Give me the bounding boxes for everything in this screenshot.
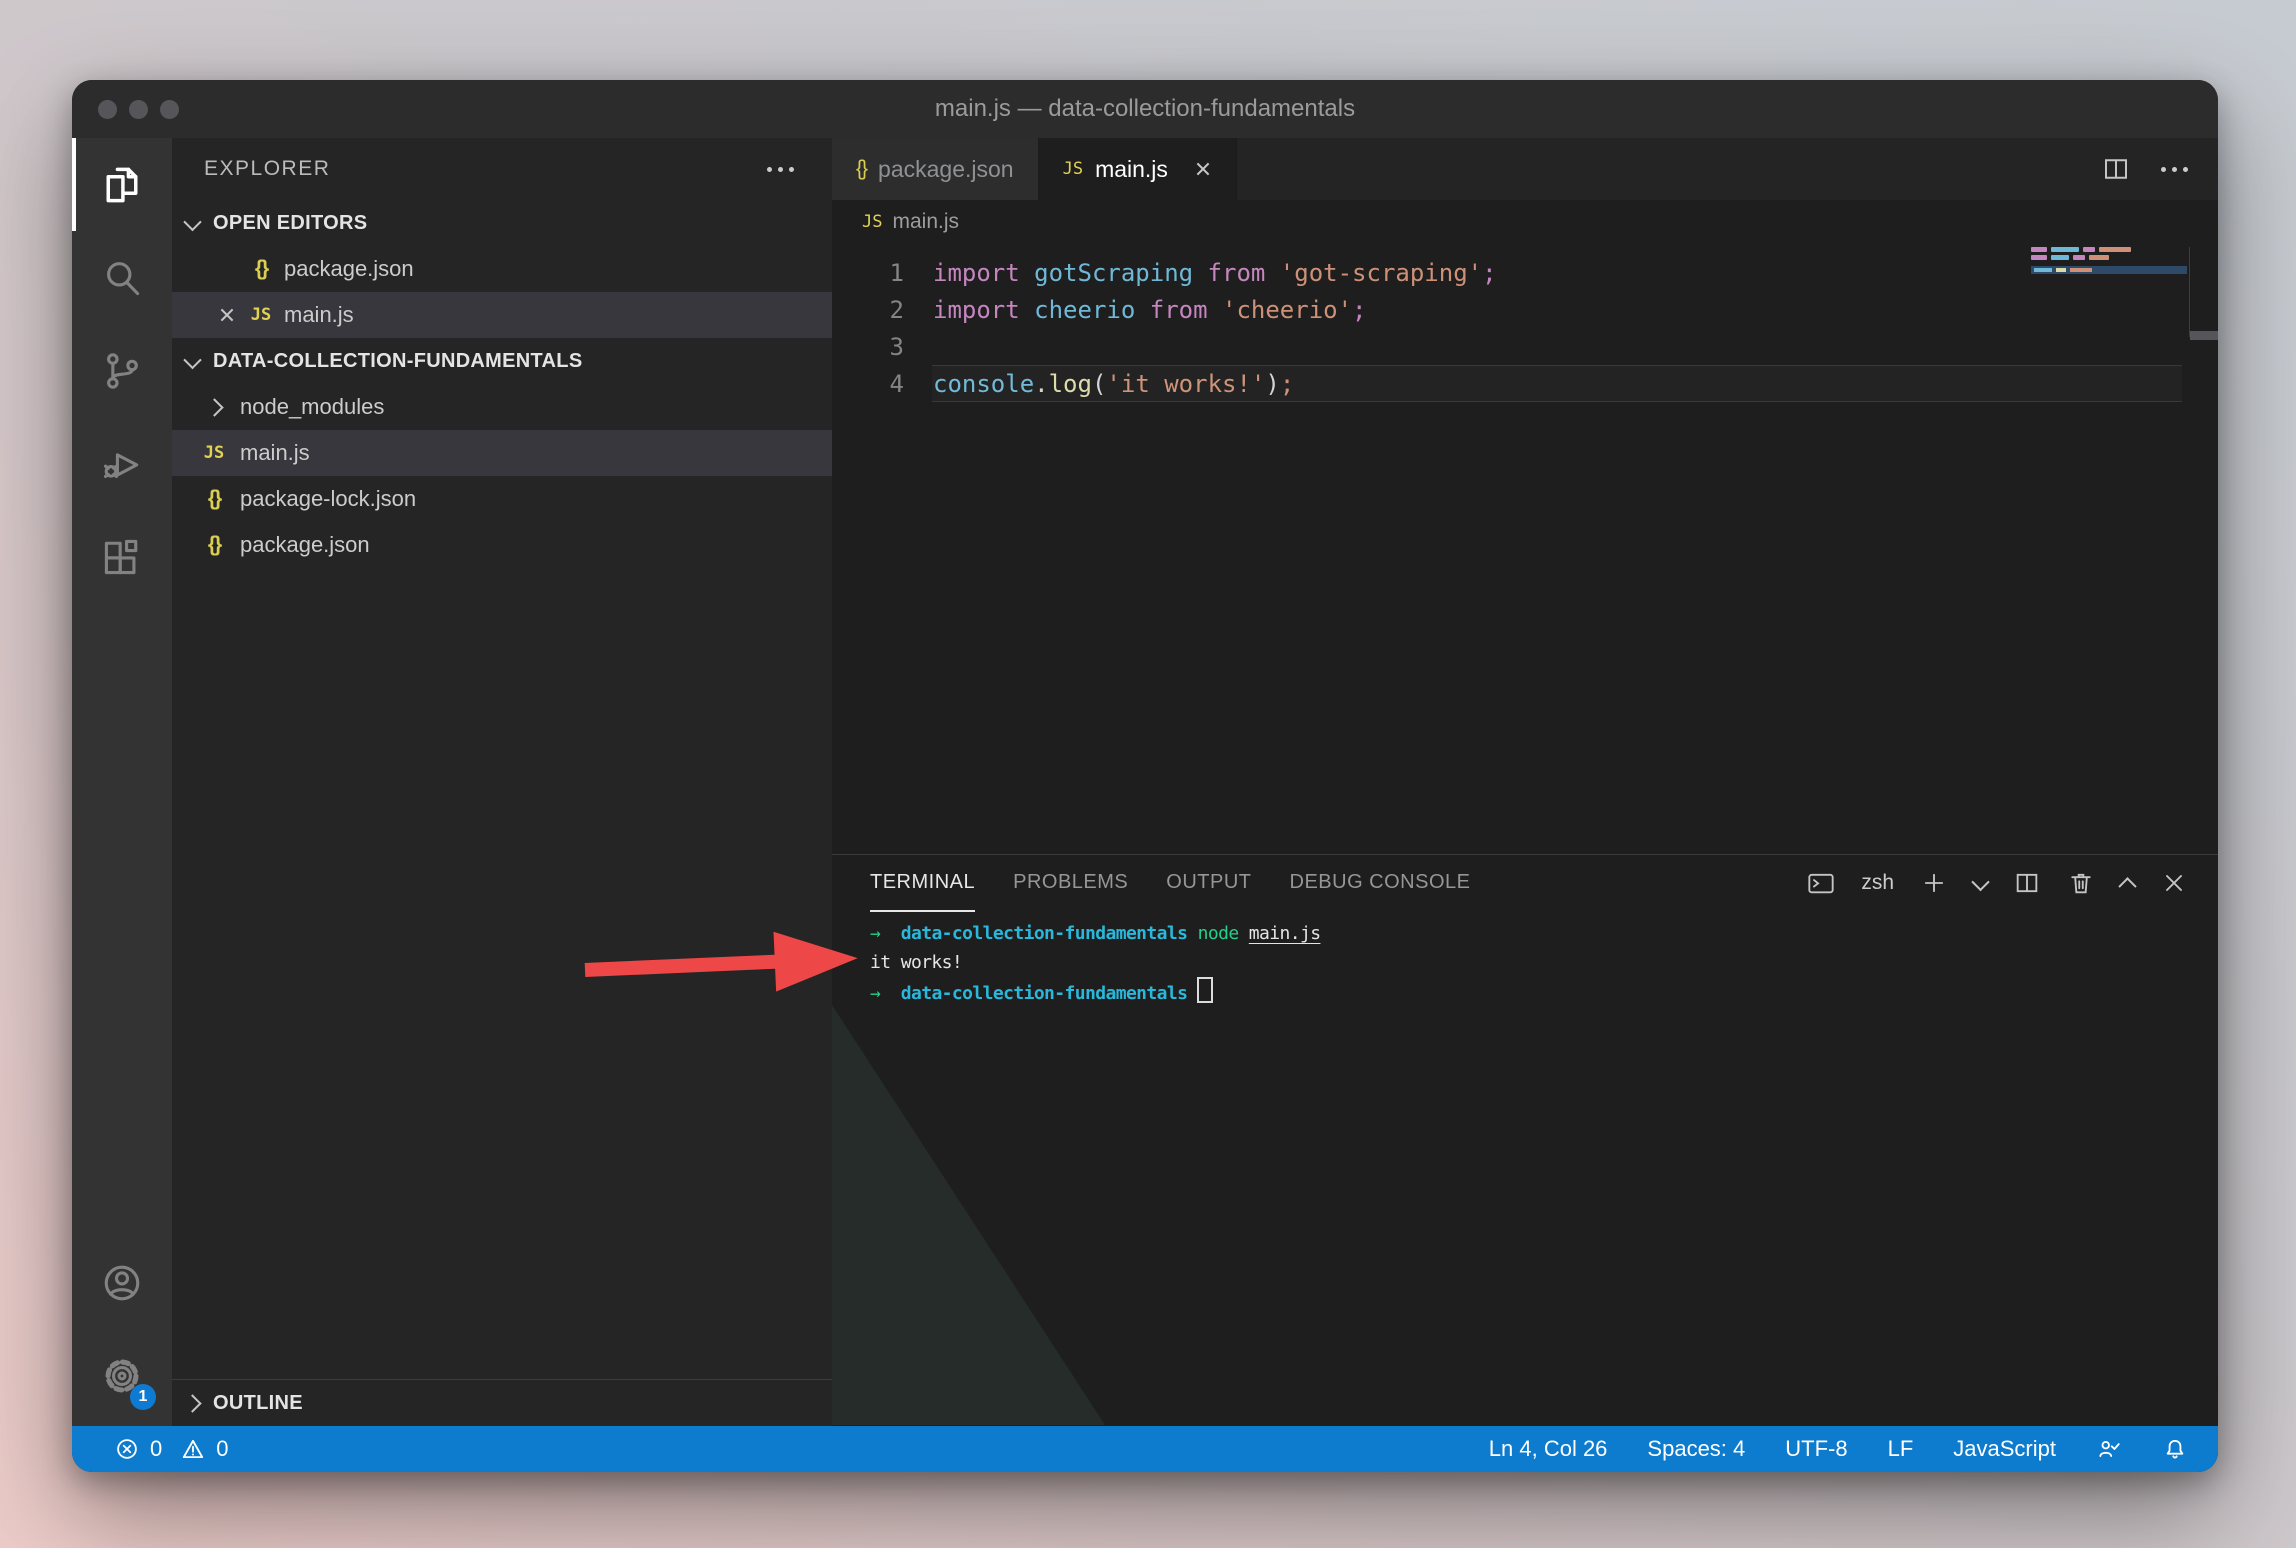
bell-icon[interactable] <box>2162 1436 2188 1462</box>
js-file-icon: JS <box>1063 159 1083 179</box>
tree-item-package-lock-json[interactable]: {} package-lock.json <box>172 476 832 522</box>
terminal-output[interactable]: → data-collection-fundamentals node main… <box>832 911 2218 1426</box>
ellipsis-icon[interactable] <box>767 167 794 172</box>
error-count[interactable]: 0 <box>150 1436 162 1462</box>
terminal-panel: TERMINAL PROBLEMS OUTPUT DEBUG CONSOLE z… <box>832 854 2218 1426</box>
shell-label: zsh <box>1861 871 1894 895</box>
tab-debug-console[interactable]: DEBUG CONSOLE <box>1290 854 1471 912</box>
code-line-2[interactable]: 2 import cheerio from 'cheerio'; <box>832 291 2218 328</box>
explorer-activity-button[interactable] <box>72 138 172 231</box>
source-control-icon <box>100 349 144 393</box>
close-tab-icon[interactable] <box>1194 160 1212 178</box>
cursor-position[interactable]: Ln 4, Col 26 <box>1489 1436 1608 1462</box>
workspace-section-header[interactable]: DATA-COLLECTION-FUNDAMENTALS <box>172 338 832 384</box>
settings-button[interactable]: 1 <box>72 1329 172 1422</box>
json-file-icon: {} <box>198 487 230 511</box>
run-debug-activity-button[interactable] <box>72 417 172 510</box>
chevron-down-icon <box>183 350 201 368</box>
explorer-sidebar: EXPLORER OPEN EDITORS {} package.json <box>172 138 832 1426</box>
feedback-icon[interactable] <box>2096 1436 2122 1462</box>
tab-terminal[interactable]: TERMINAL <box>870 854 975 912</box>
extensions-icon <box>100 535 144 579</box>
chevron-right-icon <box>205 398 223 416</box>
more-actions-icon[interactable] <box>2161 167 2188 172</box>
split-editor-icon[interactable] <box>2101 154 2131 184</box>
scrollbar-thumb[interactable] <box>2190 331 2218 340</box>
js-file-icon: JS <box>862 212 882 232</box>
warning-icon[interactable] <box>180 1436 206 1462</box>
chevron-up-icon[interactable] <box>2118 877 2136 895</box>
warning-count[interactable]: 0 <box>216 1436 228 1462</box>
error-icon[interactable] <box>114 1436 140 1462</box>
eol-sequence[interactable]: LF <box>1888 1436 1914 1462</box>
window-title: main.js — data-collection-fundamentals <box>72 95 2218 123</box>
tab-main-js[interactable]: JS main.js <box>1039 138 1237 200</box>
title-bar: main.js — data-collection-fundamentals <box>72 80 2218 138</box>
terminal-cursor <box>1197 977 1213 1003</box>
code-line-3[interactable]: 3 <box>832 328 2218 365</box>
indentation[interactable]: Spaces: 4 <box>1647 1436 1745 1462</box>
code-line-1[interactable]: 1 import gotScraping from 'got-scraping'… <box>832 254 2218 291</box>
js-file-icon: JS <box>246 305 276 325</box>
sidebar-title: EXPLORER <box>204 157 330 181</box>
close-panel-icon[interactable] <box>2160 869 2188 897</box>
minimap[interactable] <box>2031 247 2190 337</box>
code-line-4[interactable]: 4 console.log('it works!'); <box>832 365 2218 402</box>
settings-badge: 1 <box>130 1384 156 1410</box>
panel-tab-bar: TERMINAL PROBLEMS OUTPUT DEBUG CONSOLE z… <box>832 855 2218 911</box>
trash-icon[interactable] <box>2067 869 2095 897</box>
chevron-down-icon <box>183 212 201 230</box>
tree-item-main-js[interactable]: JS main.js <box>172 430 832 476</box>
outline-section-header[interactable]: OUTLINE <box>172 1379 832 1426</box>
code-editor[interactable]: JS main.js 1 import gotScraping from 'go… <box>832 200 2218 854</box>
vscode-window: main.js — data-collection-fundamentals <box>72 80 2218 1472</box>
status-bar: 0 0 Ln 4, Col 26 Spaces: 4 UTF-8 LF Java… <box>72 1426 2218 1472</box>
chevron-right-icon <box>183 1394 201 1412</box>
split-terminal-icon[interactable] <box>2013 869 2041 897</box>
account-icon <box>100 1261 144 1305</box>
tab-output[interactable]: OUTPUT <box>1166 854 1251 912</box>
new-terminal-icon[interactable] <box>1920 869 1948 897</box>
json-file-icon: {} <box>856 157 866 181</box>
sidebar-header: EXPLORER <box>172 138 832 200</box>
open-editor-item-package-json[interactable]: {} package.json <box>172 246 832 292</box>
json-file-icon: {} <box>198 533 230 557</box>
source-control-activity-button[interactable] <box>72 324 172 417</box>
close-editor-icon[interactable] <box>214 306 240 324</box>
desktop: main.js — data-collection-fundamentals <box>0 0 2296 1548</box>
tree-item-package-json[interactable]: {} package.json <box>172 522 832 568</box>
search-icon <box>100 256 144 300</box>
language-mode[interactable]: JavaScript <box>1953 1436 2056 1462</box>
tree-item-node-modules[interactable]: node_modules <box>172 384 832 430</box>
chevron-down-icon[interactable] <box>1971 872 1989 890</box>
extensions-activity-button[interactable] <box>72 510 172 603</box>
json-file-icon: {} <box>246 257 276 281</box>
terminal-shell-icon <box>1807 869 1835 897</box>
open-editors-section-header[interactable]: OPEN EDITORS <box>172 200 832 246</box>
files-icon <box>100 163 144 207</box>
accounts-button[interactable] <box>72 1236 172 1329</box>
editor-tab-bar: {} package.json JS main.js <box>832 138 2218 200</box>
tab-package-json[interactable]: {} package.json <box>832 138 1039 200</box>
encoding[interactable]: UTF-8 <box>1785 1436 1847 1462</box>
breadcrumb[interactable]: JS main.js <box>832 200 2218 244</box>
activity-bar: 1 <box>72 138 172 1426</box>
tab-problems[interactable]: PROBLEMS <box>1013 854 1128 912</box>
debug-icon <box>100 442 144 486</box>
js-file-icon: JS <box>198 443 230 463</box>
open-editor-item-main-js[interactable]: JS main.js <box>172 292 832 338</box>
search-activity-button[interactable] <box>72 231 172 324</box>
